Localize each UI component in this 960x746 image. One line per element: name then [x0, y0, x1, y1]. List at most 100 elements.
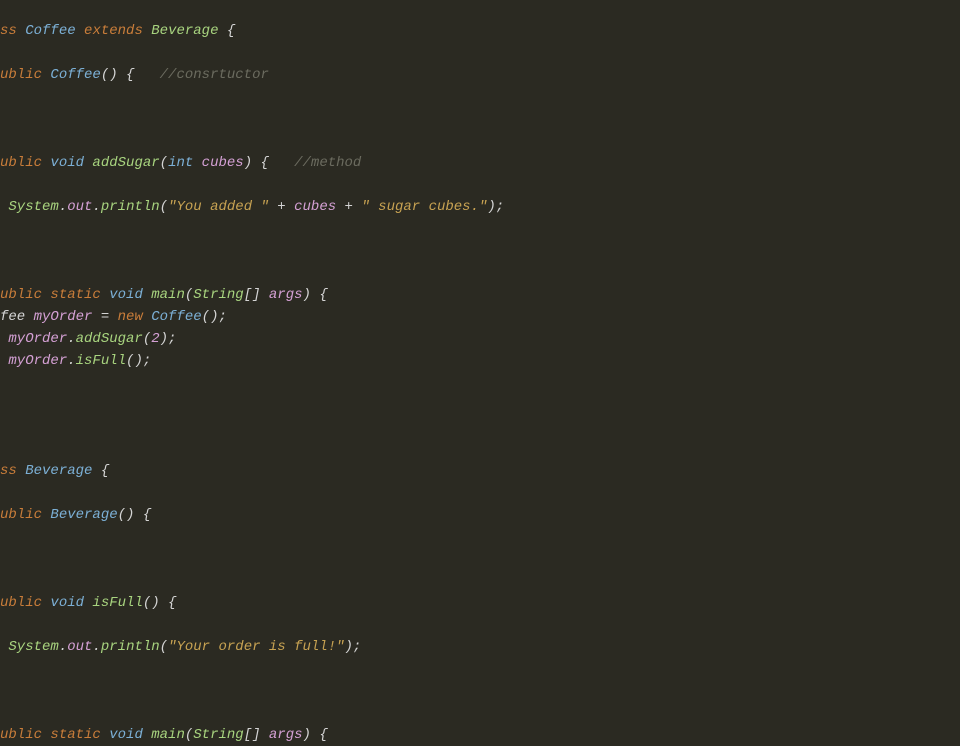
paren: () { — [143, 595, 177, 611]
class-name: Beverage — [25, 463, 92, 479]
dot: . — [67, 353, 75, 369]
comment: //consrtuctor — [134, 67, 268, 83]
paren: ( — [185, 727, 193, 743]
code-editor[interactable]: ss Coffee extends Beverage { ublic Coffe… — [0, 20, 960, 746]
code-line: ublic void addSugar(int cubes) { //metho… — [0, 152, 960, 174]
paren: ( — [185, 287, 193, 303]
constructor-name: Coffee — [50, 67, 100, 83]
brace: { — [218, 23, 235, 39]
equals: = — [92, 309, 117, 325]
keyword-new: new — [118, 309, 152, 325]
println: println — [101, 199, 160, 215]
paren: ); — [345, 639, 362, 655]
variable: myOrder — [8, 353, 67, 369]
variable: myOrder — [8, 331, 67, 347]
code-line: ublic Coffee() { //consrtuctor — [0, 64, 960, 86]
keyword-class: ss — [0, 23, 25, 39]
code-line — [0, 658, 960, 680]
code-line: ublic Beverage() { — [0, 504, 960, 526]
code-line: ss Coffee extends Beverage { — [0, 20, 960, 42]
code-line: ublic static void main(String[] args) { — [0, 724, 960, 746]
plus: + — [336, 199, 361, 215]
paren: ( — [143, 331, 151, 347]
code-line: System.out.println("Your order is full!"… — [0, 636, 960, 658]
code-line: myOrder.isFull(); — [0, 350, 960, 372]
text: fee — [0, 309, 34, 325]
type-int: int — [168, 155, 193, 171]
code-line — [0, 614, 960, 636]
string-type: String — [193, 287, 243, 303]
comment: //method — [269, 155, 361, 171]
string: " sugar cubes." — [361, 199, 487, 215]
paren: ) { — [303, 727, 328, 743]
keyword-public: ublic — [0, 595, 50, 611]
parent-class: Beverage — [151, 23, 218, 39]
paren: ); — [487, 199, 504, 215]
code-line — [0, 548, 960, 570]
code-line: ublic static void main(String[] args) { — [0, 284, 960, 306]
system: System — [8, 199, 58, 215]
class-name: Coffee — [151, 309, 201, 325]
paren: ( — [160, 639, 168, 655]
code-line — [0, 130, 960, 152]
println: println — [101, 639, 160, 655]
paren: ( — [160, 199, 168, 215]
keyword-public: ublic — [0, 155, 50, 171]
code-line: System.out.println("You added " + cubes … — [0, 196, 960, 218]
code-line — [0, 394, 960, 416]
code-line — [0, 86, 960, 108]
keyword-void: void — [109, 727, 143, 743]
method-call: isFull — [76, 353, 126, 369]
args: args — [269, 727, 303, 743]
code-line — [0, 372, 960, 394]
code-line — [0, 262, 960, 284]
number: 2 — [151, 331, 159, 347]
dot: . — [92, 639, 100, 655]
code-line — [0, 218, 960, 240]
code-line — [0, 240, 960, 262]
keyword-extends: extends — [76, 23, 152, 39]
keyword-class: ss — [0, 463, 25, 479]
method-name: addSugar — [84, 155, 160, 171]
class-name: Coffee — [25, 23, 75, 39]
keyword-public: ublic — [0, 287, 50, 303]
code-line: fee myOrder = new Coffee(); — [0, 306, 960, 328]
paren: ); — [160, 331, 177, 347]
keyword-public: ublic — [0, 727, 50, 743]
keyword-void: void — [50, 595, 84, 611]
string: "Your order is full!" — [168, 639, 344, 655]
code-line — [0, 108, 960, 130]
paren: ( — [160, 155, 168, 171]
out-field: out — [67, 639, 92, 655]
dot: . — [59, 199, 67, 215]
code-line — [0, 42, 960, 64]
dot: . — [59, 639, 67, 655]
string-type: String — [193, 727, 243, 743]
out-field: out — [67, 199, 92, 215]
brace: { — [92, 463, 109, 479]
paren: ) { — [244, 155, 269, 171]
code-line — [0, 526, 960, 548]
main-method: main — [143, 287, 185, 303]
code-line — [0, 438, 960, 460]
parens: () { — [101, 67, 135, 83]
keyword-public: ublic — [0, 67, 50, 83]
code-line — [0, 416, 960, 438]
code-line — [0, 570, 960, 592]
code-line — [0, 174, 960, 196]
method-name: isFull — [84, 595, 143, 611]
variable: cubes — [294, 199, 336, 215]
paren: (); — [126, 353, 151, 369]
param: cubes — [193, 155, 243, 171]
string: "You added " — [168, 199, 269, 215]
code-line — [0, 702, 960, 724]
code-line: ublic void isFull() { — [0, 592, 960, 614]
brackets: [] — [244, 727, 269, 743]
keyword-static: static — [50, 287, 109, 303]
brackets: [] — [244, 287, 269, 303]
method-call: addSugar — [76, 331, 143, 347]
args: args — [269, 287, 303, 303]
code-line — [0, 680, 960, 702]
plus: + — [269, 199, 294, 215]
keyword-public: ublic — [0, 507, 50, 523]
